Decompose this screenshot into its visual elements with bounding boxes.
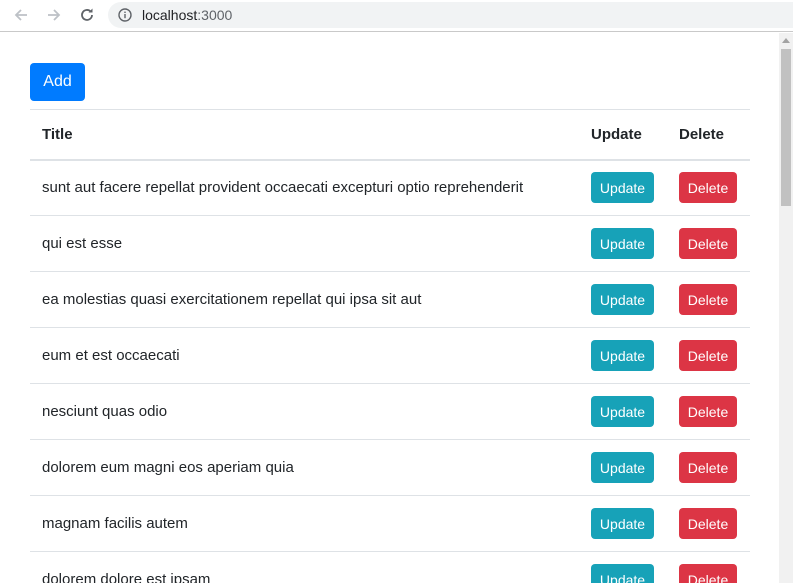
- reload-icon: [81, 8, 93, 21]
- table-row: dolorem dolore est ipsam Update Delete: [30, 552, 750, 583]
- header-delete: Delete: [679, 125, 725, 143]
- delete-button[interactable]: Delete: [679, 564, 737, 583]
- row-title: sunt aut facere repellat provident occae…: [42, 179, 524, 197]
- delete-button[interactable]: Delete: [679, 508, 737, 539]
- delete-cell: Delete: [667, 552, 750, 583]
- delete-cell: Delete: [667, 328, 750, 384]
- delete-button[interactable]: Delete: [679, 452, 737, 483]
- update-cell: Update: [579, 496, 667, 552]
- delete-button[interactable]: Delete: [679, 396, 737, 427]
- url-host: localhost: [142, 7, 198, 23]
- table-row: dolorem eum magni eos aperiam quia Updat…: [30, 440, 750, 496]
- update-button[interactable]: Update: [591, 172, 654, 204]
- row-title: eum et est occaecati: [42, 347, 180, 364]
- triangle-up-icon: [782, 38, 790, 43]
- table-row: ea molestias quasi exercitationem repell…: [30, 272, 750, 328]
- vertical-scrollbar[interactable]: [779, 33, 793, 583]
- scroll-thumb[interactable]: [781, 49, 791, 206]
- table-row: qui est esse Update Delete: [30, 216, 750, 272]
- back-button[interactable]: [9, 4, 33, 26]
- update-button[interactable]: Update: [591, 340, 654, 371]
- row-title: dolorem eum magni eos aperiam quia: [42, 459, 294, 476]
- delete-cell: Delete: [667, 440, 750, 496]
- delete-cell: Delete: [667, 216, 750, 272]
- row-title: nesciunt quas odio: [42, 403, 168, 420]
- update-button[interactable]: Update: [591, 396, 654, 427]
- delete-button[interactable]: Delete: [679, 284, 737, 315]
- row-title: magnam facilis autem: [42, 515, 188, 532]
- url-text: localhost:3000: [142, 7, 232, 23]
- address-bar[interactable]: localhost:3000: [108, 2, 793, 28]
- browser-toolbar: localhost:3000: [0, 0, 793, 32]
- delete-cell: Delete: [667, 496, 750, 552]
- update-cell: Update: [579, 272, 667, 328]
- arrow-right-icon: [48, 9, 61, 21]
- update-button[interactable]: Update: [591, 228, 654, 259]
- forward-button[interactable]: [42, 4, 66, 26]
- update-button[interactable]: Update: [591, 508, 654, 539]
- table-row: sunt aut facere repellat provident occae…: [30, 160, 750, 216]
- update-button[interactable]: Update: [591, 564, 654, 583]
- update-cell: Update: [579, 552, 667, 583]
- url-port: :3000: [197, 7, 233, 23]
- delete-cell: Delete: [667, 272, 750, 328]
- row-title: ea molestias quasi exercitationem repell…: [42, 291, 422, 308]
- delete-button[interactable]: Delete: [679, 172, 737, 204]
- update-cell: Update: [579, 440, 667, 496]
- table-row: magnam facilis autem Update Delete: [30, 496, 750, 552]
- header-update: Update: [591, 125, 642, 143]
- table-row: eum et est occaecati Update Delete: [30, 328, 750, 384]
- info-icon[interactable]: [118, 8, 132, 22]
- update-cell: Update: [579, 216, 667, 272]
- delete-button[interactable]: Delete: [679, 228, 737, 259]
- add-button[interactable]: Add: [30, 63, 85, 101]
- delete-button[interactable]: Delete: [679, 340, 737, 371]
- row-title: qui est esse: [42, 235, 123, 252]
- row-title: dolorem dolore est ipsam: [42, 571, 211, 583]
- posts-table: Title Update Delete sunt aut facere repe…: [30, 109, 750, 583]
- delete-cell: Delete: [667, 384, 750, 440]
- scroll-up-button[interactable]: [779, 33, 793, 47]
- update-button[interactable]: Update: [591, 284, 654, 315]
- table-header-row: Title Update Delete: [30, 109, 750, 160]
- delete-cell: Delete: [667, 160, 750, 216]
- update-cell: Update: [579, 328, 667, 384]
- update-cell: Update: [579, 160, 667, 216]
- arrow-left-icon: [14, 9, 27, 21]
- table-row: nesciunt quas odio Update Delete: [30, 384, 750, 440]
- reload-button[interactable]: [75, 4, 99, 26]
- header-title: Title: [42, 125, 73, 143]
- update-button[interactable]: Update: [591, 452, 654, 483]
- update-cell: Update: [579, 384, 667, 440]
